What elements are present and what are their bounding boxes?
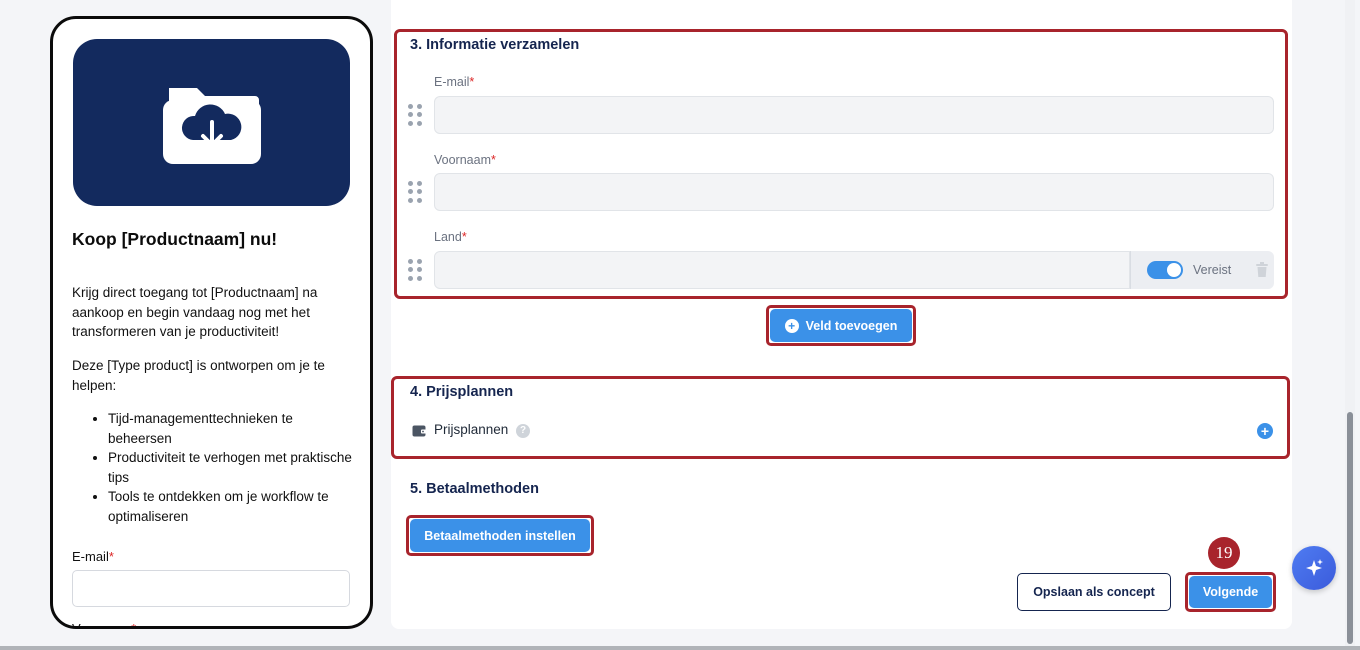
plus-circle-icon: + [784, 318, 799, 333]
preview-paragraph-intro: Krijg direct toegang tot [Productnaam] n… [72, 285, 318, 339]
required-toggle[interactable] [1147, 261, 1183, 279]
sparkles-icon [1306, 559, 1323, 576]
preview-paragraph-help: Deze [Type product] is ontworpen om je t… [72, 358, 325, 393]
section-4-highlight [391, 376, 1290, 459]
country-field[interactable] [434, 251, 1130, 289]
next-button[interactable]: Volgende [1189, 576, 1272, 608]
list-item: Tijd-managementtechnieken te beheersen [108, 409, 358, 448]
bottom-border [0, 646, 1360, 650]
form-preview-panel: Koop [Productnaam] nu! Krijg direct toeg… [50, 16, 373, 629]
required-asterisk: * [131, 621, 137, 629]
save-draft-button[interactable]: Opslaan als concept [1017, 573, 1171, 611]
country-field-options: Vereist [1130, 251, 1274, 289]
wallet-icon [412, 425, 427, 437]
firstname-field-label: Voornaam* [434, 153, 496, 167]
firstname-field[interactable] [434, 173, 1274, 211]
preview-name-label: Voornaam* [72, 621, 137, 629]
section-3-title: 3. Informatie verzamelen [410, 37, 580, 53]
section-4-title: 4. Prijsplannen [410, 384, 514, 400]
add-pricing-plan-button[interactable]: + [1257, 423, 1273, 439]
pricing-plans-label: Prijsplannen [434, 422, 509, 437]
country-field-label: Land* [434, 230, 467, 244]
drag-handle-icon[interactable] [408, 181, 422, 203]
help-icon[interactable]: ? [516, 424, 530, 438]
required-toggle-label: Vereist [1193, 263, 1232, 277]
trash-icon[interactable] [1255, 262, 1269, 278]
add-field-button[interactable]: + Veld toevoegen [770, 309, 912, 342]
step-badge: 19 [1208, 537, 1240, 569]
ai-assistant-button[interactable] [1292, 546, 1336, 590]
preview-email-label: E-mail* [72, 549, 114, 564]
list-item: Productiviteit te verhogen met praktisch… [108, 448, 358, 487]
preview-email-input[interactable] [72, 570, 350, 607]
required-asterisk: * [469, 75, 475, 89]
required-asterisk: * [108, 549, 114, 564]
preview-bullet-list: Tijd-managementtechnieken te beheersen P… [108, 409, 358, 526]
required-asterisk: * [461, 230, 467, 244]
section-5-title: 5. Betaalmethoden [410, 481, 539, 497]
drag-handle-icon[interactable] [408, 104, 422, 126]
scrollbar-thumb[interactable] [1347, 412, 1353, 644]
setup-payment-methods-button[interactable]: Betaalmethoden instellen [410, 519, 590, 552]
required-asterisk: * [490, 153, 496, 167]
email-field[interactable] [434, 96, 1274, 134]
folder-cloud-download-icon [162, 87, 261, 164]
drag-handle-icon[interactable] [408, 259, 422, 281]
hero-banner [73, 39, 350, 206]
email-field-label: E-mail* [434, 75, 475, 89]
list-item: Tools te ontdekken om je workflow te opt… [108, 487, 358, 526]
preview-title: Koop [Productnaam] nu! [72, 229, 278, 249]
